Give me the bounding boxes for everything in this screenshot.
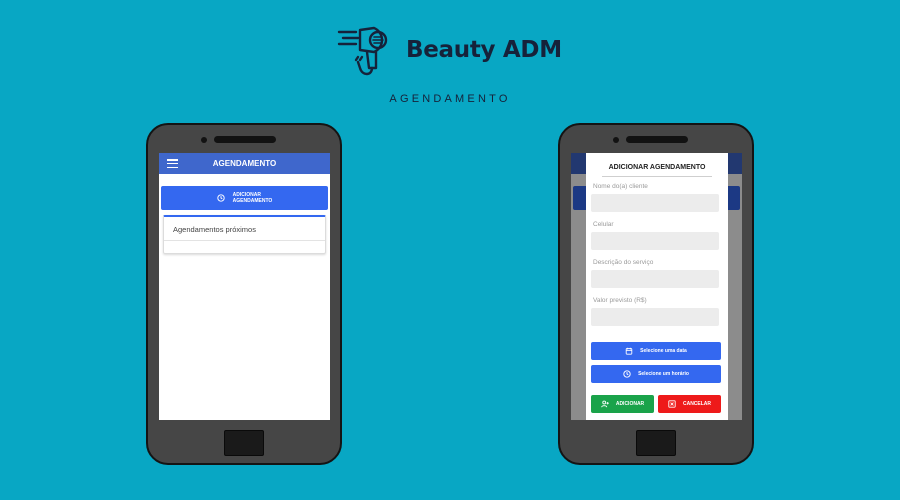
expected-value-input[interactable] bbox=[591, 308, 719, 326]
add-appointment-button[interactable]: ADICIONAR AGENDAMENTO bbox=[161, 186, 328, 210]
app-bar-title: AGENDAMENTO bbox=[212, 159, 277, 168]
upcoming-appointments-card: Agendamentos próximos bbox=[163, 215, 326, 254]
select-time-button[interactable]: Selecione um horário bbox=[591, 365, 721, 383]
modal-title: ADICIONAR AGENDAMENTO bbox=[608, 164, 706, 171]
brand-name: Beauty ADM bbox=[406, 37, 562, 63]
phone-screen: AGENDAMENTO ADICIONAR AGENDAMENTO Agenda… bbox=[159, 153, 330, 420]
select-date-label: Selecione uma data bbox=[640, 348, 687, 354]
service-description-label: Descrição do serviço bbox=[593, 259, 654, 266]
cancel-label: CANCELAR bbox=[682, 401, 712, 407]
phone-screen: ADICIONAR AGENDAMENTO Nome do(a) cliente… bbox=[571, 153, 742, 420]
phone-camera bbox=[201, 137, 207, 143]
phone-mockup-right: ADICIONAR AGENDAMENTO Nome do(a) cliente… bbox=[558, 123, 754, 465]
clock-icon bbox=[623, 370, 631, 378]
add-user-icon bbox=[601, 400, 609, 408]
upcoming-appointments-title: Agendamentos próximos bbox=[164, 217, 325, 241]
calendar-icon bbox=[625, 347, 633, 355]
client-name-input[interactable] bbox=[591, 194, 719, 212]
phone-speaker bbox=[626, 136, 688, 143]
phone-input[interactable] bbox=[591, 232, 719, 250]
modal-divider bbox=[602, 176, 712, 177]
phone-label: Celular bbox=[593, 221, 614, 228]
phone-home-button bbox=[224, 430, 264, 456]
app-bar: AGENDAMENTO bbox=[159, 153, 330, 174]
cancel-button[interactable]: CANCELAR bbox=[658, 395, 721, 413]
add-appointment-modal: ADICIONAR AGENDAMENTO Nome do(a) cliente… bbox=[586, 153, 728, 420]
phone-mockup-left: AGENDAMENTO ADICIONAR AGENDAMENTO Agenda… bbox=[146, 123, 342, 465]
brand-header: Beauty ADM bbox=[336, 22, 562, 78]
phone-speaker bbox=[214, 136, 276, 143]
expected-value-label: Valor previsto (R$) bbox=[593, 297, 647, 304]
phone-home-button bbox=[636, 430, 676, 456]
modal-actions: ADICIONAR CANCELAR bbox=[591, 395, 721, 413]
confirm-add-button[interactable]: ADICIONAR bbox=[591, 395, 654, 413]
service-description-input[interactable] bbox=[591, 270, 719, 288]
confirm-add-label: ADICIONAR bbox=[615, 401, 645, 407]
client-name-label: Nome do(a) cliente bbox=[593, 183, 648, 190]
close-box-icon bbox=[668, 400, 676, 408]
hair-dryer-icon bbox=[337, 26, 388, 76]
select-date-button[interactable]: Selecione uma data bbox=[591, 342, 721, 360]
phone-camera bbox=[613, 137, 619, 143]
clock-icon bbox=[216, 194, 225, 202]
select-time-label: Selecione um horário bbox=[638, 371, 689, 377]
hamburger-menu-icon[interactable] bbox=[167, 159, 178, 168]
add-appointment-label-2: AGENDAMENTO bbox=[232, 198, 273, 204]
section-label: AGENDAMENTO bbox=[389, 93, 511, 105]
